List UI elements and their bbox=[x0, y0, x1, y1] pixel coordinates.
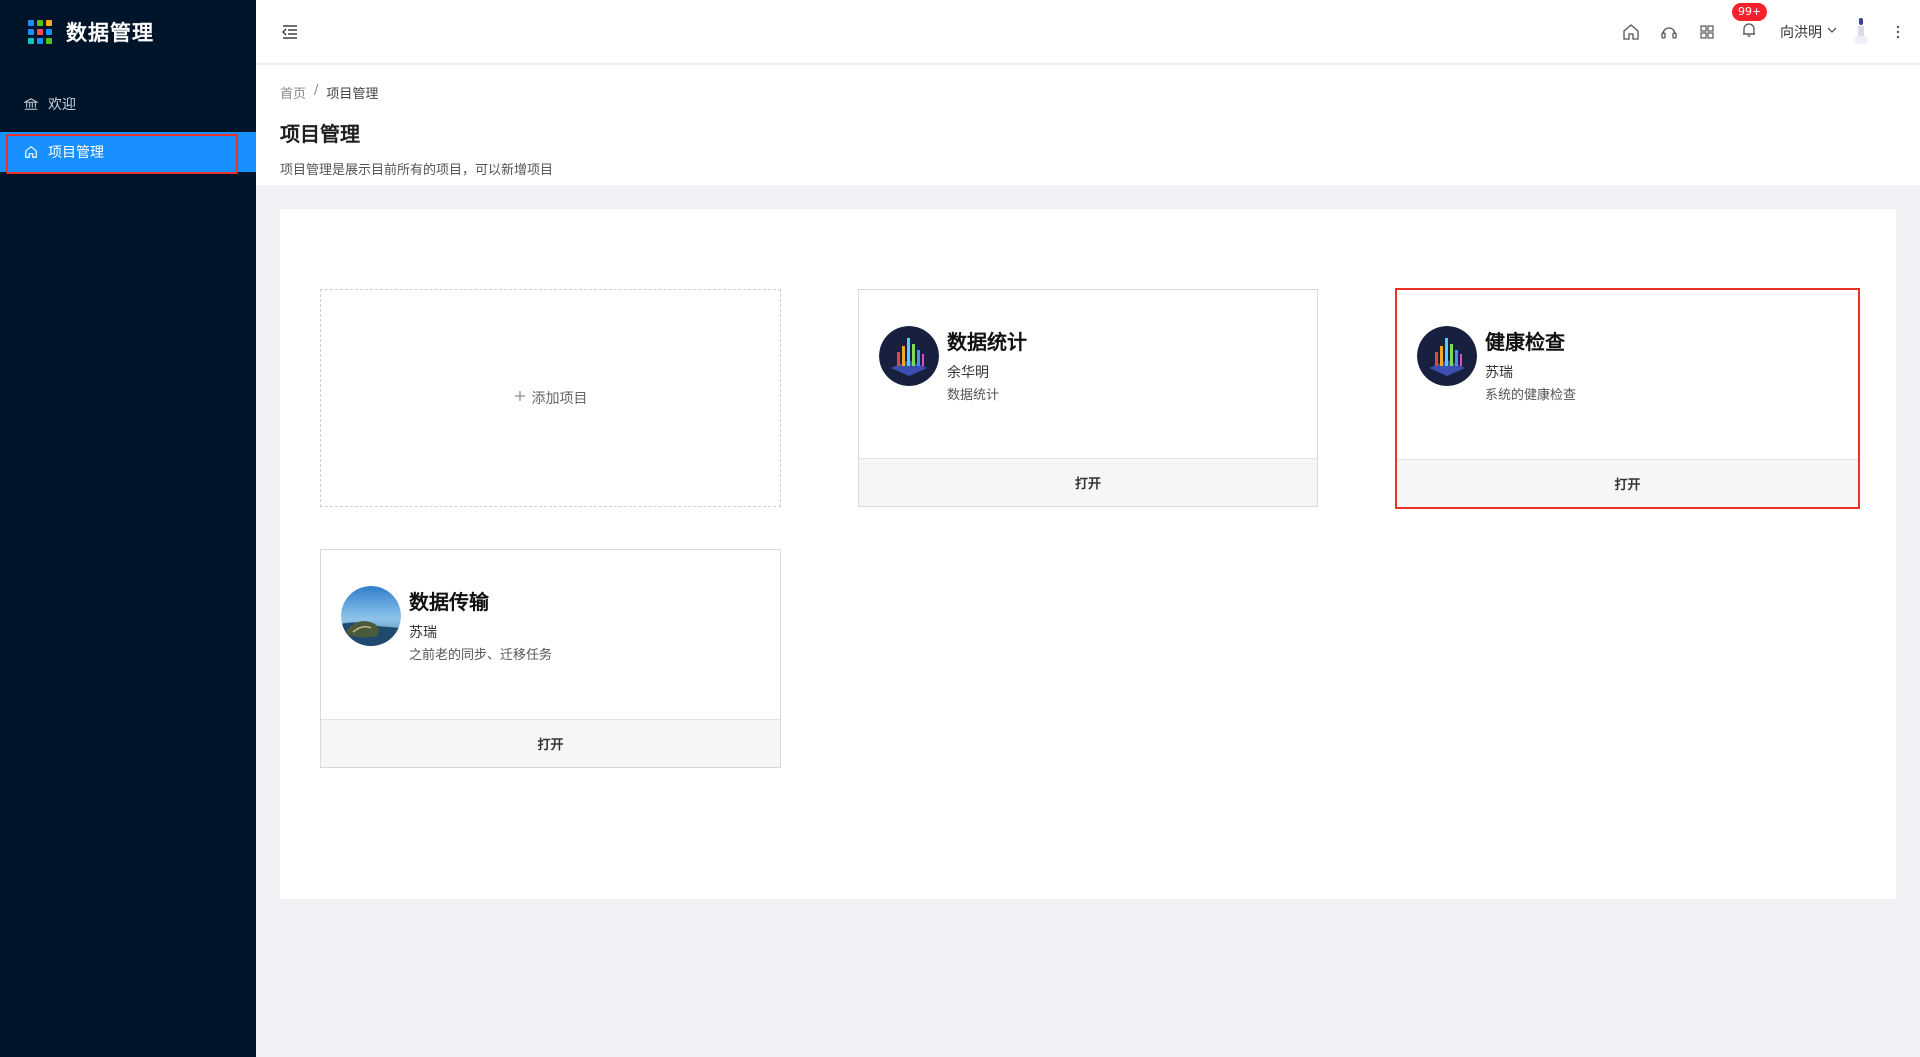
layout-grid-icon[interactable] bbox=[1698, 23, 1716, 41]
breadcrumb-current: 项目管理 bbox=[326, 87, 379, 102]
logo-dot bbox=[46, 29, 52, 35]
plus-icon bbox=[514, 390, 526, 406]
logo-dot bbox=[46, 20, 52, 26]
project-owner: 余华明 bbox=[947, 365, 989, 381]
project-description: 系统的健康检查 bbox=[1485, 388, 1577, 403]
project-description: 数据统计 bbox=[947, 388, 1000, 403]
add-project-card[interactable]: 添加项目 bbox=[320, 289, 781, 507]
breadcrumb: 首页 / 项目管理 bbox=[280, 83, 1896, 102]
sidebar-item-project-management[interactable]: 项目管理 bbox=[0, 132, 256, 174]
logo-dot bbox=[46, 38, 52, 44]
headset-icon[interactable] bbox=[1660, 23, 1678, 41]
add-project-label: 添加项目 bbox=[531, 391, 588, 407]
sidebar-menu: 欢迎 项目管理 bbox=[0, 84, 256, 174]
card-body: 数据传输 苏瑞 之前老的同步、迁移任务 bbox=[321, 550, 780, 720]
card-body: 健康检查 苏瑞 系统的健康检查 bbox=[1397, 290, 1858, 460]
home-icon bbox=[24, 145, 38, 159]
card-body: 数据统计 余华明 数据统计 bbox=[859, 290, 1317, 460]
project-grid: 添加项目 数据统计 余华明 数据统计 打开 健康检查 苏瑞 系统的健康检查 打开… bbox=[280, 209, 1896, 899]
breadcrumb-separator: / bbox=[314, 83, 319, 98]
logo-dot bbox=[28, 20, 34, 26]
project-owner: 苏瑞 bbox=[1485, 365, 1513, 381]
user-name: 向洪明 bbox=[1780, 24, 1822, 41]
page-title: 项目管理 bbox=[280, 122, 360, 146]
logo-dot bbox=[28, 38, 34, 44]
sidebar-item-label: 项目管理 bbox=[48, 145, 104, 161]
project-title: 健康检查 bbox=[1485, 330, 1565, 354]
more-vertical-icon[interactable] bbox=[1896, 25, 1902, 39]
notification-badge: 99+ bbox=[1732, 2, 1768, 21]
menu-fold-icon[interactable] bbox=[280, 22, 300, 42]
breadcrumb-home[interactable]: 首页 bbox=[280, 83, 306, 102]
project-card: 数据统计 余华明 数据统计 打开 bbox=[858, 289, 1318, 507]
sidebar-item-label: 欢迎 bbox=[48, 97, 76, 113]
logo-dot bbox=[37, 29, 43, 35]
chart-avatar bbox=[1417, 326, 1477, 386]
open-project-button[interactable]: 打开 bbox=[859, 458, 1317, 506]
sidebar: 数据管理 欢迎 项目管理 bbox=[0, 0, 256, 1057]
logo-dot bbox=[28, 29, 34, 35]
project-description: 之前老的同步、迁移任务 bbox=[409, 648, 553, 663]
page-description: 项目管理是展示目前所有的项目，可以新增项目 bbox=[280, 163, 554, 178]
logo-dot bbox=[37, 20, 43, 26]
header-actions: 99+ 向洪明 bbox=[1612, 0, 1920, 64]
logo-dot bbox=[37, 38, 43, 44]
avatar[interactable] bbox=[1850, 17, 1872, 46]
project-title: 数据统计 bbox=[947, 330, 1027, 354]
bell-icon bbox=[1740, 21, 1758, 39]
landscape-avatar bbox=[341, 586, 401, 646]
project-owner: 苏瑞 bbox=[409, 625, 437, 641]
app-title: 数据管理 bbox=[66, 21, 154, 45]
notification-bell[interactable]: 99+ bbox=[1732, 2, 1768, 43]
project-card: 健康检查 苏瑞 系统的健康检查 打开 bbox=[1395, 288, 1860, 509]
bank-icon bbox=[24, 97, 38, 111]
project-card: 数据传输 苏瑞 之前老的同步、迁移任务 打开 bbox=[320, 549, 781, 768]
open-project-button[interactable]: 打开 bbox=[1397, 459, 1858, 507]
home-icon[interactable] bbox=[1622, 23, 1640, 41]
open-project-button[interactable]: 打开 bbox=[321, 719, 780, 767]
app-logo[interactable]: 数据管理 bbox=[0, 0, 256, 64]
app-grid-icon bbox=[28, 20, 52, 44]
chevron-down-icon bbox=[1826, 24, 1838, 40]
user-menu[interactable]: 向洪明 bbox=[1780, 22, 1838, 42]
sidebar-item-welcome[interactable]: 欢迎 bbox=[0, 84, 256, 124]
app-root: 数据管理 欢迎 项目管理 99+ 向洪明 首页 / 项目管理 项目管理 项目管理… bbox=[0, 0, 1920, 1057]
page-header: 首页 / 项目管理 项目管理 项目管理是展示目前所有的项目，可以新增项目 bbox=[256, 65, 1920, 185]
top-header: 99+ 向洪明 bbox=[256, 0, 1920, 64]
project-title: 数据传输 bbox=[409, 590, 489, 614]
chart-avatar bbox=[879, 326, 939, 386]
